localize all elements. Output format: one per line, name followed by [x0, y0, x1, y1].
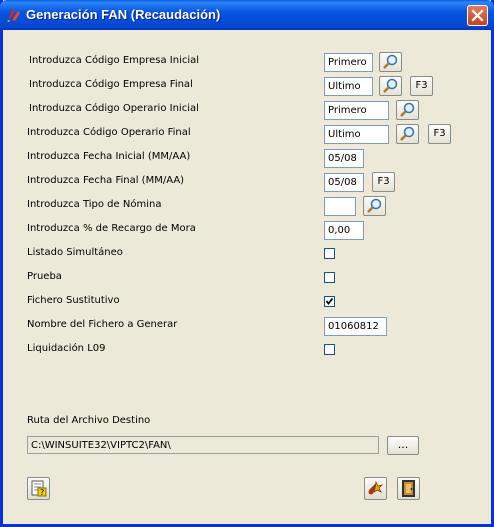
- empresa-final-input[interactable]: Ultimo: [324, 77, 373, 96]
- exit-door-icon: [402, 480, 415, 497]
- empresa-final-f3-button[interactable]: F3: [410, 76, 433, 96]
- operario-final-f3-button[interactable]: F3: [428, 124, 451, 144]
- nombre-fichero-value: 01060812: [328, 321, 379, 332]
- operario-final-input[interactable]: Ultimo: [324, 125, 389, 144]
- liquidacion-l09-checkbox[interactable]: [324, 344, 335, 355]
- browse-button[interactable]: ...: [387, 436, 419, 455]
- empresa-final-value: Ultimo: [328, 81, 361, 92]
- fichero-sustitutivo-checkbox[interactable]: [324, 296, 335, 307]
- empresa-final-search-button[interactable]: [379, 76, 402, 96]
- ruta-destino-label: Ruta del Archivo Destino: [27, 415, 151, 426]
- close-icon: [471, 9, 484, 22]
- execute-icon: [368, 480, 384, 495]
- fecha-inicial-label: Introduzca Fecha Inicial (MM/AA): [27, 151, 191, 162]
- empresa-inicial-input[interactable]: Primero: [324, 53, 373, 72]
- window-title: Generación FAN (Recaudación): [26, 7, 221, 22]
- recargo-mora-input[interactable]: 0,00: [324, 221, 364, 240]
- fichero-sustitutivo-label: Fichero Sustitutivo: [27, 295, 120, 306]
- empresa-inicial-search-button[interactable]: [379, 52, 402, 72]
- help-document-icon: ?: [31, 480, 47, 497]
- nombre-fichero-input[interactable]: 01060812: [324, 317, 387, 336]
- fecha-final-label: Introduzca Fecha Final (MM/AA): [27, 175, 185, 186]
- operario-final-value: Ultimo: [328, 129, 361, 140]
- operario-inicial-search-button[interactable]: [396, 100, 419, 120]
- operario-final-label: Introduzca Código Operario Final: [27, 127, 191, 138]
- empresa-final-label: Introduzca Código Empresa Final: [29, 79, 193, 90]
- checkmark-icon: [325, 297, 334, 305]
- fecha-final-input[interactable]: 05/08: [324, 173, 364, 192]
- operario-inicial-label: Introduzca Código Operario Inicial: [29, 103, 199, 114]
- operario-inicial-input[interactable]: Primero: [324, 101, 389, 120]
- tipo-nomina-input[interactable]: [324, 197, 356, 216]
- close-button[interactable]: [467, 5, 488, 26]
- magnifier-icon: [383, 54, 398, 69]
- svg-text:?: ?: [40, 488, 44, 497]
- ruta-destino-input[interactable]: C:\WINSUITE32\VIPTC2\FAN\: [27, 436, 379, 454]
- fecha-final-value: 05/08: [328, 177, 357, 188]
- magnifier-icon: [367, 198, 382, 213]
- title-bar[interactable]: Generación FAN (Recaudación): [0, 0, 494, 30]
- exit-button[interactable]: [397, 477, 420, 500]
- help-button[interactable]: ?: [27, 477, 50, 500]
- dialog-window: Generación FAN (Recaudación) Introduzca …: [0, 0, 494, 527]
- liquidacion-l09-label: Liquidación L09: [27, 343, 106, 354]
- empresa-inicial-value: Primero: [328, 57, 367, 68]
- empresa-inicial-label: Introduzca Código Empresa Inicial: [29, 55, 200, 66]
- recargo-mora-value: 0,00: [328, 225, 351, 236]
- execute-button[interactable]: [364, 477, 387, 500]
- operario-inicial-value: Primero: [328, 105, 367, 116]
- operario-final-search-button[interactable]: [396, 124, 419, 144]
- ruta-destino-value: C:\WINSUITE32\VIPTC2\FAN\: [31, 440, 171, 451]
- recargo-mora-label: Introduzca % de Recargo de Mora: [27, 223, 196, 234]
- fecha-inicial-value: 05/08: [328, 153, 357, 164]
- prueba-label: Prueba: [27, 271, 62, 282]
- listado-simultaneo-checkbox[interactable]: [324, 248, 335, 259]
- prueba-checkbox[interactable]: [324, 272, 335, 283]
- fecha-final-f3-button[interactable]: F3: [372, 172, 395, 192]
- app-icon: [7, 9, 20, 22]
- listado-simultaneo-label: Listado Simultáneo: [27, 247, 123, 258]
- magnifier-icon: [400, 102, 415, 117]
- tipo-nomina-search-button[interactable]: [363, 196, 386, 216]
- tipo-nomina-label: Introduzca Tipo de Nómina: [27, 199, 162, 210]
- magnifier-icon: [383, 78, 398, 93]
- nombre-fichero-label: Nombre del Fichero a Generar: [27, 319, 178, 330]
- fecha-inicial-input[interactable]: 05/08: [324, 149, 364, 168]
- magnifier-icon: [400, 126, 415, 141]
